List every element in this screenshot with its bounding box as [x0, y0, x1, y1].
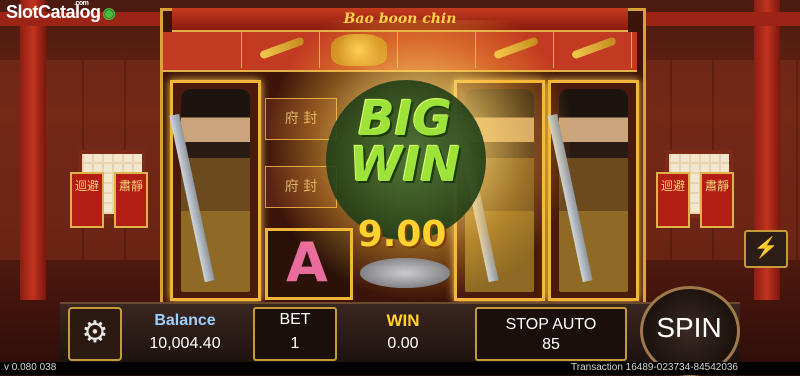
bet-label: BET	[279, 311, 311, 328]
win-value: 0.00	[387, 335, 419, 352]
plaque-left-2: 肅靜	[114, 172, 148, 228]
transaction-id: Transaction 16489-023734-84542036	[571, 362, 738, 373]
reel-1-warrior	[169, 80, 261, 301]
plaque-left-1: 迴避	[70, 172, 104, 228]
brush-icon	[571, 36, 617, 60]
wifi-icon: ◉	[102, 5, 116, 22]
big-win-amount: 9.00	[357, 214, 447, 255]
brand-logo: SlotCatalog ◉ .com	[6, 0, 116, 22]
turbo-button[interactable]: ⚡	[744, 230, 788, 268]
balance-value: 10,004.40	[149, 335, 221, 352]
plaque-right-2: 肅靜	[700, 172, 734, 228]
spin-label: SPIN	[656, 312, 722, 343]
stop-auto-count: 85	[542, 336, 560, 353]
coins-icon	[360, 258, 450, 288]
gear-icon: ⚙	[81, 316, 109, 349]
pillar-left	[20, 0, 46, 300]
version-text: v 0.080 038	[4, 362, 57, 373]
win-label: WIN	[386, 311, 420, 330]
lightning-icon: ⚡	[753, 237, 779, 259]
bet-value: 1	[290, 335, 300, 352]
big-win-text: BIG WIN	[349, 91, 461, 193]
stop-auto-label: STOP AUTO	[505, 316, 597, 333]
settings-button[interactable]: ⚙	[68, 307, 122, 361]
plaque-right-1: 迴避	[656, 172, 690, 228]
balance-label: Balance	[154, 312, 216, 329]
top-cell-1	[163, 32, 242, 68]
roof-beam-right	[640, 12, 800, 26]
